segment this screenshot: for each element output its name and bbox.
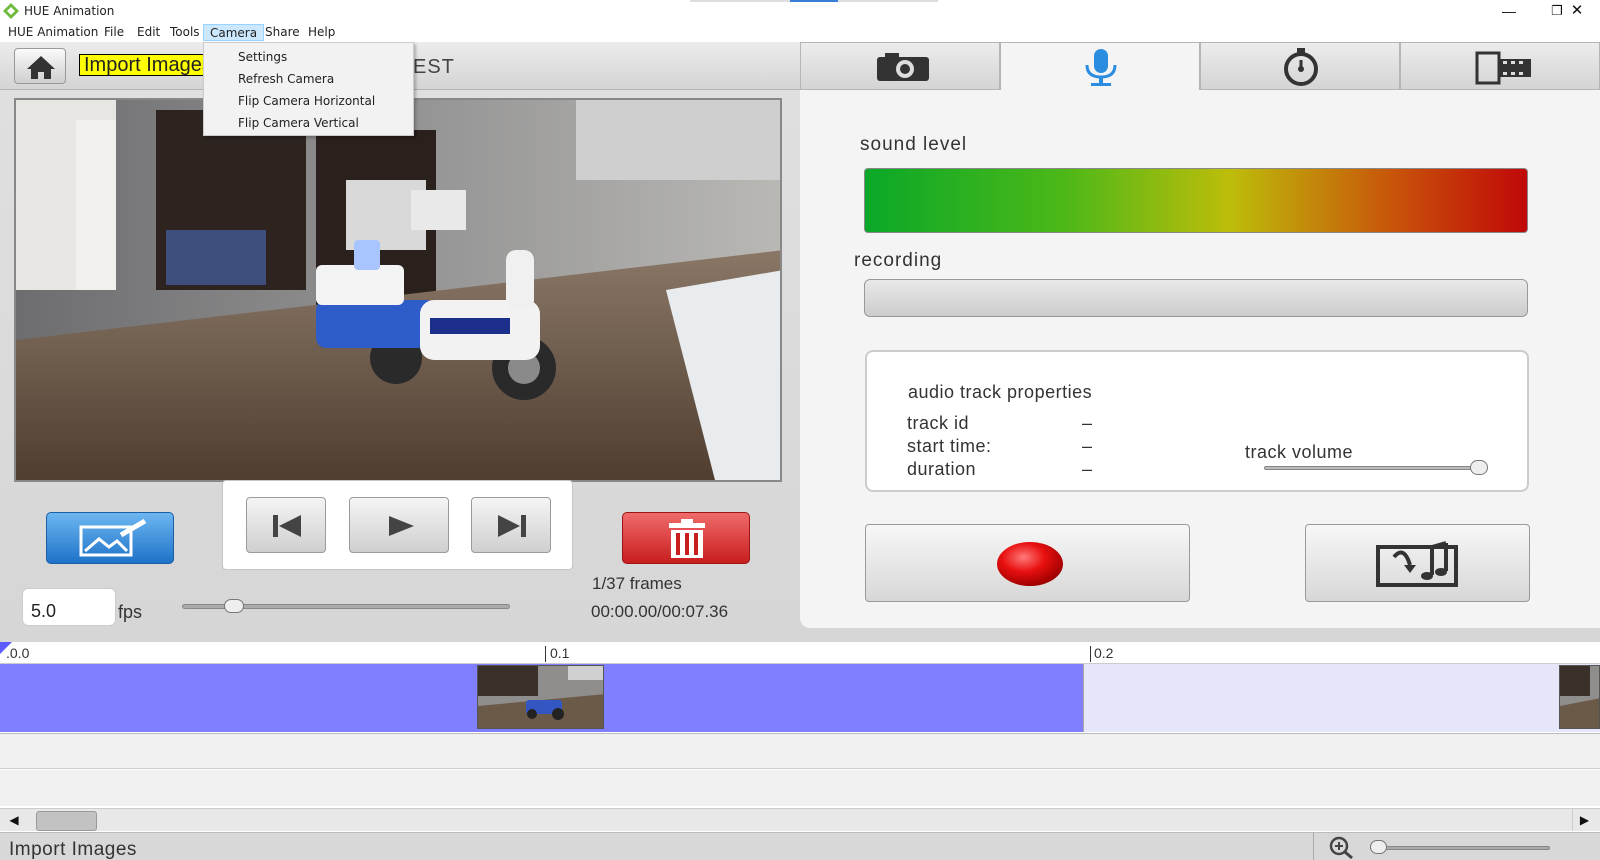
fps-slider-thumb[interactable]: [224, 599, 244, 613]
window-title: HUE Animation: [24, 4, 115, 18]
scrollbar-thumb[interactable]: [36, 811, 97, 831]
dropdown-settings[interactable]: Settings: [238, 50, 287, 64]
tab-export[interactable]: [1400, 42, 1600, 90]
skip-back-button[interactable]: [246, 497, 326, 553]
camera-preview-image: [16, 100, 780, 480]
close-button[interactable]: ✕: [1554, 0, 1600, 22]
audio-track-row[interactable]: [0, 770, 1600, 806]
start-time-label: start time:: [907, 436, 992, 456]
skip-forward-icon: [498, 515, 526, 537]
frame-counter: 1/37 frames: [592, 574, 682, 593]
menu-tools[interactable]: Tools: [164, 24, 206, 41]
delete-frame-button[interactable]: [622, 512, 750, 564]
microphone-icon: [1085, 49, 1117, 86]
import-audio-button[interactable]: [1305, 524, 1530, 602]
recording-label: recording: [854, 250, 943, 271]
ruler-tick: [1090, 646, 1091, 662]
properties-title: audio track properties: [908, 382, 1093, 402]
tab-camera[interactable]: [800, 42, 1000, 90]
status-bar: Import Images: [0, 832, 1600, 860]
track-volume-slider-thumb[interactable]: [1470, 460, 1488, 475]
menu-edit[interactable]: Edit: [131, 24, 166, 41]
menu-camera[interactable]: Camera: [203, 24, 265, 41]
dropdown-refresh-camera[interactable]: Refresh Camera: [238, 72, 334, 86]
sound-level-label: sound level: [860, 134, 968, 155]
audio-track-row[interactable]: [0, 733, 1600, 769]
playback-controls: [222, 480, 573, 570]
status-divider: [1313, 833, 1314, 860]
frame-thumbnail[interactable]: [477, 665, 604, 729]
ruler-tick: [545, 646, 546, 662]
title-accent-line: [690, 0, 790, 2]
ruler-tick-label: .0.0: [6, 645, 30, 661]
track-id-label: track id: [907, 413, 970, 433]
fps-input[interactable]: 5.0: [22, 588, 116, 626]
project-name-label: EST: [413, 56, 455, 78]
title-accent-line: [838, 0, 938, 2]
timeline-scrollbar[interactable]: ◀ ▶: [0, 808, 1600, 831]
duration-value: –: [1082, 459, 1093, 479]
skip-back-icon: [273, 515, 301, 537]
home-icon: [27, 56, 55, 79]
zoom-slider-thumb[interactable]: [1370, 840, 1387, 854]
film-icon: [1475, 51, 1531, 85]
record-audio-button[interactable]: [865, 524, 1190, 602]
sound-level-meter: [864, 168, 1528, 233]
stopwatch-icon: [1284, 48, 1318, 86]
frame-thumbnail-image: [478, 666, 603, 728]
play-button[interactable]: [349, 497, 449, 553]
edit-image-button[interactable]: [46, 512, 174, 564]
camera-icon: [877, 53, 929, 81]
menu-share[interactable]: Share: [259, 24, 306, 41]
play-icon: [389, 516, 414, 536]
menu-bar: HUE Animation File Edit Tools Camera Sha…: [0, 22, 1600, 42]
track-volume-label: track volume: [1245, 442, 1354, 462]
record-icon: [997, 542, 1063, 586]
home-button[interactable]: [14, 48, 66, 84]
ruler-tick-label: 0.1: [550, 645, 570, 661]
title-bar: HUE Animation — ❐ ✕: [0, 0, 1600, 22]
app-logo-icon: [3, 3, 19, 19]
zoom-icon[interactable]: [1326, 835, 1360, 859]
dropdown-flip-vertical[interactable]: Flip Camera Vertical: [238, 116, 359, 130]
minimize-button[interactable]: —: [1486, 0, 1532, 22]
scroll-right-icon[interactable]: ▶: [1572, 809, 1596, 831]
dropdown-flip-horizontal[interactable]: Flip Camera Horizontal: [238, 94, 375, 108]
frame-thumbnail[interactable]: [1559, 665, 1600, 729]
fps-unit-label: fps: [118, 602, 143, 622]
tab-audio[interactable]: [1000, 42, 1200, 90]
skip-forward-button[interactable]: [471, 497, 551, 553]
video-track-empty-area[interactable]: [1083, 664, 1600, 732]
timeline-ruler: .0.0 0.1 0.2: [0, 642, 1600, 664]
frame-thumbnail-image: [1560, 666, 1599, 728]
menu-file[interactable]: File: [98, 24, 130, 41]
tab-timer[interactable]: [1200, 42, 1400, 90]
track-id-value: –: [1082, 413, 1093, 433]
start-time-value: –: [1082, 436, 1093, 456]
status-text: Import Images: [9, 839, 137, 860]
time-counter: 00:00.00/00:07.36: [591, 602, 729, 621]
ruler-tick-label: 0.2: [1094, 645, 1114, 661]
import-images-label: Import Images: [79, 54, 209, 76]
camera-preview: [14, 98, 782, 482]
edit-image-icon: [79, 518, 147, 557]
menu-hue-animation[interactable]: HUE Animation: [2, 24, 104, 41]
track-volume-slider-track[interactable]: [1264, 466, 1482, 470]
recording-progress-bar: [864, 279, 1528, 317]
title-accent-line-active: [790, 0, 838, 2]
music-import-icon: [1376, 541, 1458, 587]
trash-icon: [669, 519, 705, 558]
camera-dropdown: Settings Refresh Camera Flip Camera Hori…: [203, 42, 414, 136]
menu-help[interactable]: Help: [302, 24, 341, 41]
scroll-left-icon[interactable]: ◀: [2, 809, 26, 831]
zoom-slider-track[interactable]: [1370, 846, 1550, 850]
duration-label: duration: [907, 459, 977, 479]
